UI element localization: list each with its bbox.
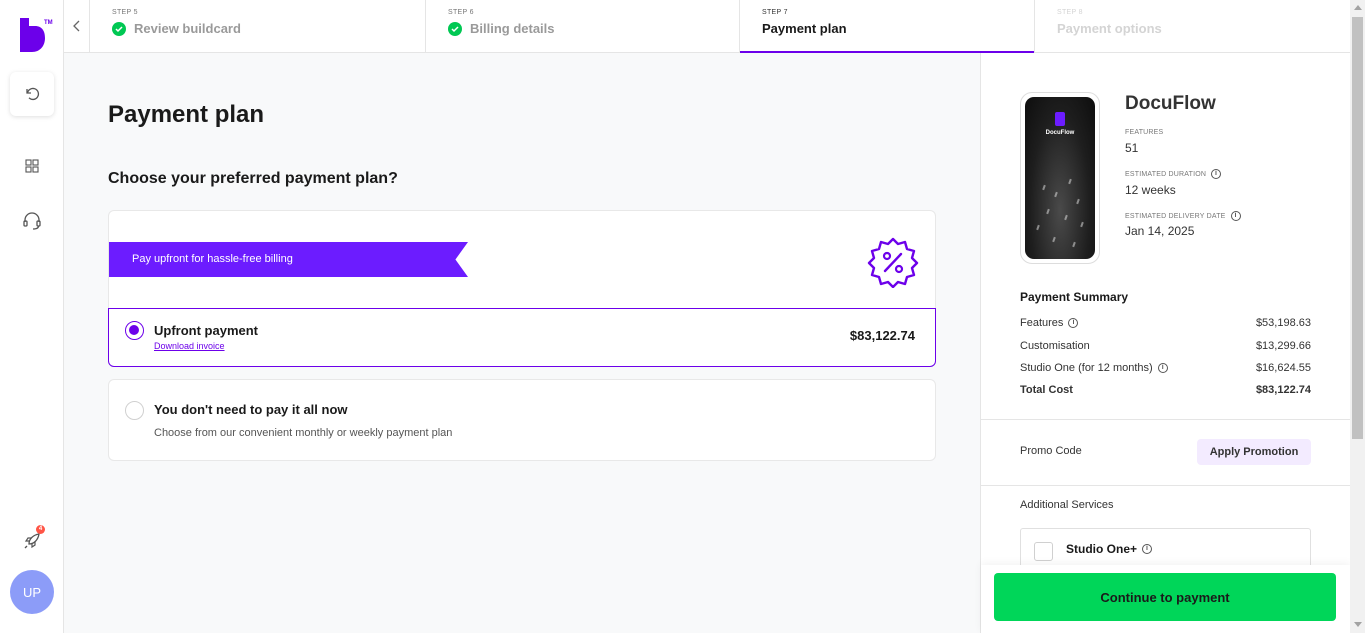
duration-label: ESTIMATED DURATION i — [1125, 169, 1222, 179]
discount-badge-icon — [867, 237, 919, 288]
undo-icon — [26, 87, 40, 101]
step-payment-plan[interactable]: STEP 7 Payment plan — [740, 0, 1035, 53]
step-number: STEP 6 — [448, 9, 474, 16]
step-label: Review buildcard — [134, 21, 241, 36]
check-icon — [112, 21, 126, 36]
undo-button[interactable] — [10, 72, 54, 116]
divider — [981, 419, 1350, 420]
option-price: $83,122.74 — [849, 328, 915, 343]
step-label: Payment options — [1057, 21, 1162, 36]
step-label: Billing details — [470, 21, 555, 36]
app-preview-screen: DocuFlow — [1025, 97, 1095, 259]
app-preview: DocuFlow — [1020, 92, 1100, 264]
avatar[interactable]: UP — [10, 570, 54, 614]
additional-services-title: Additional Services — [1020, 499, 1114, 511]
builder-logo[interactable] — [18, 18, 46, 52]
installment-radio[interactable] — [125, 401, 144, 420]
support-button[interactable] — [10, 199, 54, 243]
features-label: FEATURES — [1125, 129, 1164, 136]
main-content: Payment plan Choose your preferred payme… — [64, 53, 980, 633]
step-number: STEP 5 — [112, 9, 138, 16]
continue-to-payment-button[interactable]: Continue to payment — [994, 573, 1336, 621]
headset-icon — [23, 212, 41, 230]
scroll-up-arrow-icon[interactable] — [1354, 5, 1362, 10]
summary-row-customisation: Customisation $13,299.66 — [1020, 340, 1311, 352]
dashboard-icon — [25, 159, 39, 173]
duration-value: 12 weeks — [1125, 183, 1176, 197]
info-icon[interactable]: i — [1211, 169, 1222, 179]
scrollbar[interactable] — [1350, 0, 1365, 633]
divider — [981, 485, 1350, 486]
summary-row-total: Total Cost $83,122.74 — [1020, 384, 1311, 396]
cta-bar: Continue to payment — [981, 565, 1350, 633]
back-button[interactable] — [64, 0, 90, 52]
step-billing-details[interactable]: STEP 6 Billing details — [426, 0, 740, 52]
app-preview-name: DocuFlow — [1045, 130, 1075, 136]
step-label: Payment plan — [762, 21, 847, 36]
summary-title: Payment Summary — [1020, 290, 1129, 304]
step-review-buildcard[interactable]: STEP 5 Review buildcard — [90, 0, 426, 52]
chevron-left-icon — [72, 20, 79, 32]
download-invoice-link[interactable]: Download invoice — [154, 341, 225, 351]
step-number: STEP 7 — [762, 9, 788, 16]
rocket-icon — [24, 533, 40, 549]
features-value: 51 — [1125, 141, 1139, 155]
app-name: DocuFlow — [1125, 93, 1216, 114]
info-icon[interactable]: i — [1068, 318, 1079, 328]
delivery-label: ESTIMATED DELIVERY DATE i — [1125, 211, 1241, 221]
option-title: You don't need to pay it all now — [154, 402, 348, 417]
summary-row-features: Features i $53,198.63 — [1020, 317, 1311, 329]
delivery-value: Jan 14, 2025 — [1125, 224, 1195, 238]
dashboard-button[interactable] — [10, 144, 54, 188]
scroll-down-arrow-icon[interactable] — [1354, 622, 1362, 627]
check-icon — [448, 21, 462, 36]
scroll-thumb[interactable] — [1352, 17, 1363, 439]
stepper: STEP 5 Review buildcard STEP 6 Billing d… — [64, 0, 1350, 53]
installment-option[interactable]: You don't need to pay it all now Choose … — [108, 379, 936, 461]
app-logo-icon — [1055, 112, 1065, 126]
promo-code-label: Promo Code — [1020, 445, 1082, 457]
promo-ribbon: Pay upfront for hassle-free billing — [109, 242, 468, 277]
studio-one-plus-label: Studio One+ i — [1066, 542, 1153, 556]
page-title: Payment plan — [108, 101, 265, 128]
studio-one-plus-checkbox[interactable] — [1034, 542, 1053, 561]
trademark-label: TM — [44, 20, 53, 26]
launch-button[interactable]: 4 — [10, 519, 54, 563]
upfront-radio[interactable] — [125, 321, 144, 340]
option-title: Upfront payment — [154, 323, 258, 338]
summary-row-studio-one: Studio One (for 12 months) i $16,624.55 — [1020, 362, 1311, 374]
option-description: Choose from our convenient monthly or we… — [154, 427, 453, 439]
page-subtitle: Choose your preferred payment plan? — [108, 170, 398, 187]
step-number: STEP 8 — [1057, 9, 1083, 16]
step-payment-options: STEP 8 Payment options — [1035, 0, 1350, 52]
left-rail: TM 4 UP — [0, 0, 64, 633]
info-icon[interactable]: i — [1230, 211, 1241, 221]
upfront-payment-option[interactable]: Upfront payment Download invoice $83,122… — [108, 308, 936, 367]
summary-panel: DocuFlow DocuFlow FEATURES 51 ESTIMATED … — [980, 53, 1350, 633]
info-icon[interactable]: i — [1142, 544, 1153, 554]
apply-promotion-button[interactable]: Apply Promotion — [1197, 439, 1311, 465]
info-icon[interactable]: i — [1157, 363, 1168, 373]
notification-badge: 4 — [36, 525, 45, 534]
